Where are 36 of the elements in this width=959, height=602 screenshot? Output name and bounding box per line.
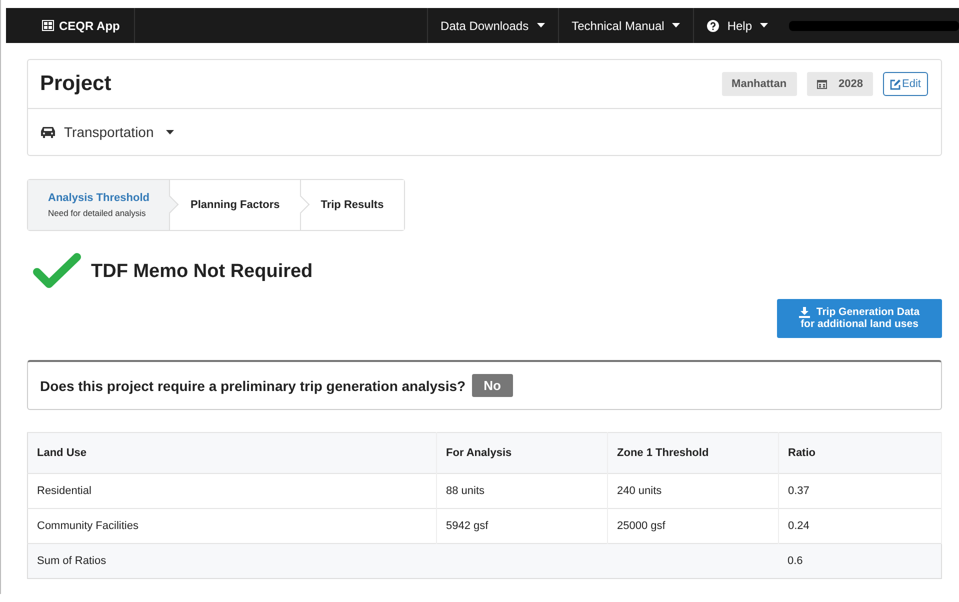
table-cell: 88 units bbox=[436, 474, 608, 509]
caret-icon bbox=[536, 23, 545, 28]
column-header: Zone 1 Threshold bbox=[608, 432, 778, 474]
help-icon bbox=[707, 20, 720, 32]
calendar-icon bbox=[816, 79, 827, 89]
nav-menu[interactable]: Help bbox=[693, 8, 781, 43]
answer-label: No bbox=[472, 374, 513, 398]
caret-icon bbox=[760, 23, 768, 28]
checkmark-icon bbox=[33, 253, 81, 291]
column-header: For Analysis bbox=[436, 432, 608, 474]
step-tab[interactable]: Trip Results bbox=[300, 180, 404, 230]
column-header: Land Use bbox=[28, 432, 436, 474]
table-cell: Sum of Ratios bbox=[28, 544, 778, 579]
table-cell: 0.37 bbox=[778, 474, 942, 509]
download-icon bbox=[799, 307, 810, 318]
edit-button[interactable]: Edit bbox=[883, 72, 928, 96]
nav-menu[interactable]: Data Downloads bbox=[426, 8, 558, 43]
table-cell: 0.6 bbox=[778, 544, 942, 579]
project-title: Project bbox=[40, 72, 112, 96]
download-button[interactable]: Trip Generation Data for additional land uses bbox=[777, 299, 942, 338]
borough-label: Manhattan bbox=[722, 72, 797, 96]
result-heading: TDF Memo Not Required bbox=[91, 261, 313, 283]
chapter-dropdown[interactable]: Transportation bbox=[28, 109, 941, 155]
edit-icon bbox=[890, 78, 902, 90]
column-header: Ratio bbox=[778, 432, 942, 474]
year-label: 2028 bbox=[806, 72, 874, 96]
caret-icon bbox=[166, 130, 174, 134]
nav-menu[interactable]: Technical Manual bbox=[558, 8, 694, 43]
question-text: Does this project require a preliminary trip generation analysis? bbox=[40, 378, 466, 394]
table-cell: 240 units bbox=[608, 474, 778, 509]
table-cell: Residential bbox=[28, 474, 436, 509]
caret-icon bbox=[672, 23, 680, 28]
table-icon bbox=[42, 20, 54, 31]
step-tab[interactable]: Analysis Threshold Need for detailed analysis bbox=[28, 180, 170, 230]
car-icon bbox=[40, 126, 56, 138]
brand-link[interactable]: CEQR App bbox=[6, 8, 135, 43]
